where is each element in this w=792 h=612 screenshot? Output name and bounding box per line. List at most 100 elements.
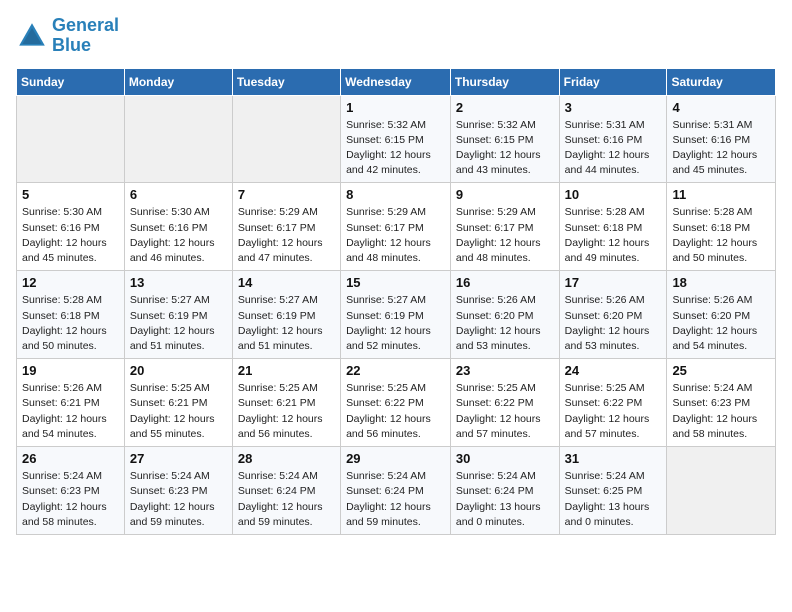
day-info: Sunrise: 5:24 AM Sunset: 6:23 PM Dayligh…	[672, 381, 770, 442]
day-number: 20	[130, 363, 227, 378]
day-number: 11	[672, 187, 770, 202]
day-info: Sunrise: 5:28 AM Sunset: 6:18 PM Dayligh…	[22, 293, 119, 354]
logo-text: General Blue	[52, 16, 119, 56]
calendar-day-cell: 24Sunrise: 5:25 AM Sunset: 6:22 PM Dayli…	[559, 359, 667, 447]
day-info: Sunrise: 5:26 AM Sunset: 6:20 PM Dayligh…	[672, 293, 770, 354]
calendar-day-cell: 30Sunrise: 5:24 AM Sunset: 6:24 PM Dayli…	[450, 447, 559, 535]
calendar-day-cell	[124, 95, 232, 183]
calendar-day-cell: 23 Sunrise: 5:25 AM Sunset: 6:22 PM Dayli…	[450, 359, 559, 447]
calendar-day-cell: 10 Sunrise: 5:28 AM Sunset: 6:18 PM Dayli…	[559, 183, 667, 271]
day-info: Sunrise: 5:24 AM Sunset: 6:25 PM Dayligh…	[565, 469, 662, 530]
calendar-week-row: 5 Sunrise: 5:30 AM Sunset: 6:16 PM Daylig…	[17, 183, 776, 271]
day-info: Sunrise: 5:24 AM Sunset: 6:24 PM Dayligh…	[238, 469, 335, 530]
day-number: 31	[565, 451, 662, 466]
day-number: 4	[672, 100, 770, 115]
day-info: Sunrise: 5:28 AM Sunset: 6:18 PM Dayligh…	[672, 205, 770, 266]
day-info: Sunrise: 5:29 AM Sunset: 6:17 PM Dayligh…	[238, 205, 335, 266]
day-info: Sunrise: 5:30 AM Sunset: 6:16 PM Dayligh…	[22, 205, 119, 266]
calendar-week-row: 19Sunrise: 5:26 AM Sunset: 6:21 PM Dayli…	[17, 359, 776, 447]
calendar-day-cell: 2 Sunrise: 5:32 AM Sunset: 6:15 PM Daylig…	[450, 95, 559, 183]
day-info: Sunrise: 5:26 AM Sunset: 6:21 PM Dayligh…	[22, 381, 119, 442]
day-number: 10	[565, 187, 662, 202]
day-info: Sunrise: 5:31 AM Sunset: 6:16 PM Dayligh…	[672, 118, 770, 179]
calendar-day-cell: 20 Sunrise: 5:25 AM Sunset: 6:21 PM Dayli…	[124, 359, 232, 447]
calendar-day-cell: 4 Sunrise: 5:31 AM Sunset: 6:16 PM Daylig…	[667, 95, 776, 183]
day-number: 28	[238, 451, 335, 466]
day-number: 16	[456, 275, 554, 290]
calendar-day-cell: 31 Sunrise: 5:24 AM Sunset: 6:25 PM Dayli…	[559, 447, 667, 535]
day-info: Sunrise: 5:24 AM Sunset: 6:23 PM Dayligh…	[22, 469, 119, 530]
logo-icon	[16, 20, 48, 52]
day-info: Sunrise: 5:25 AM Sunset: 6:22 PM Dayligh…	[346, 381, 445, 442]
calendar-day-cell: 13Sunrise: 5:27 AM Sunset: 6:19 PM Dayli…	[124, 271, 232, 359]
calendar-day-cell	[232, 95, 340, 183]
day-number: 7	[238, 187, 335, 202]
day-info: Sunrise: 5:25 AM Sunset: 6:21 PM Dayligh…	[130, 381, 227, 442]
calendar-day-cell: 19Sunrise: 5:26 AM Sunset: 6:21 PM Dayli…	[17, 359, 125, 447]
day-info: Sunrise: 5:28 AM Sunset: 6:18 PM Dayligh…	[565, 205, 662, 266]
day-number: 6	[130, 187, 227, 202]
calendar-day-cell: 18Sunrise: 5:26 AM Sunset: 6:20 PM Dayli…	[667, 271, 776, 359]
day-number: 27	[130, 451, 227, 466]
calendar-day-cell: 25 Sunrise: 5:24 AM Sunset: 6:23 PM Dayli…	[667, 359, 776, 447]
calendar-day-cell: 12 Sunrise: 5:28 AM Sunset: 6:18 PM Dayli…	[17, 271, 125, 359]
day-number: 2	[456, 100, 554, 115]
weekday-header-friday: Friday	[559, 68, 667, 95]
calendar-day-cell	[667, 447, 776, 535]
calendar-day-cell: 14 Sunrise: 5:27 AM Sunset: 6:19 PM Dayli…	[232, 271, 340, 359]
weekday-header-wednesday: Wednesday	[341, 68, 451, 95]
day-number: 30	[456, 451, 554, 466]
calendar-table: SundayMondayTuesdayWednesdayThursdayFrid…	[16, 68, 776, 535]
day-number: 22	[346, 363, 445, 378]
calendar-day-cell: 28 Sunrise: 5:24 AM Sunset: 6:24 PM Dayli…	[232, 447, 340, 535]
day-info: Sunrise: 5:32 AM Sunset: 6:15 PM Dayligh…	[456, 118, 554, 179]
calendar-week-row: 12 Sunrise: 5:28 AM Sunset: 6:18 PM Dayli…	[17, 271, 776, 359]
logo: General Blue	[16, 16, 119, 56]
calendar-day-cell: 6Sunrise: 5:30 AM Sunset: 6:16 PM Daylig…	[124, 183, 232, 271]
calendar-week-row: 26 Sunrise: 5:24 AM Sunset: 6:23 PM Dayli…	[17, 447, 776, 535]
day-number: 24	[565, 363, 662, 378]
calendar-day-cell: 27 Sunrise: 5:24 AM Sunset: 6:23 PM Dayli…	[124, 447, 232, 535]
day-number: 26	[22, 451, 119, 466]
day-info: Sunrise: 5:32 AM Sunset: 6:15 PM Dayligh…	[346, 118, 445, 179]
day-info: Sunrise: 5:27 AM Sunset: 6:19 PM Dayligh…	[346, 293, 445, 354]
weekday-header-monday: Monday	[124, 68, 232, 95]
calendar-day-cell: 5 Sunrise: 5:30 AM Sunset: 6:16 PM Daylig…	[17, 183, 125, 271]
calendar-day-cell	[17, 95, 125, 183]
day-number: 23	[456, 363, 554, 378]
day-number: 12	[22, 275, 119, 290]
day-info: Sunrise: 5:25 AM Sunset: 6:21 PM Dayligh…	[238, 381, 335, 442]
calendar-day-cell: 22 Sunrise: 5:25 AM Sunset: 6:22 PM Dayli…	[341, 359, 451, 447]
day-info: Sunrise: 5:26 AM Sunset: 6:20 PM Dayligh…	[565, 293, 662, 354]
day-number: 25	[672, 363, 770, 378]
day-number: 13	[130, 275, 227, 290]
day-info: Sunrise: 5:29 AM Sunset: 6:17 PM Dayligh…	[346, 205, 445, 266]
day-number: 21	[238, 363, 335, 378]
day-number: 3	[565, 100, 662, 115]
day-number: 14	[238, 275, 335, 290]
calendar-day-cell: 17 Sunrise: 5:26 AM Sunset: 6:20 PM Dayli…	[559, 271, 667, 359]
weekday-header-thursday: Thursday	[450, 68, 559, 95]
calendar-day-cell: 15 Sunrise: 5:27 AM Sunset: 6:19 PM Dayli…	[341, 271, 451, 359]
calendar-day-cell: 21 Sunrise: 5:25 AM Sunset: 6:21 PM Dayli…	[232, 359, 340, 447]
calendar-day-cell: 29 Sunrise: 5:24 AM Sunset: 6:24 PM Dayli…	[341, 447, 451, 535]
calendar-day-cell: 1 Sunrise: 5:32 AM Sunset: 6:15 PM Daylig…	[341, 95, 451, 183]
day-info: Sunrise: 5:29 AM Sunset: 6:17 PM Dayligh…	[456, 205, 554, 266]
day-number: 15	[346, 275, 445, 290]
day-info: Sunrise: 5:26 AM Sunset: 6:20 PM Dayligh…	[456, 293, 554, 354]
day-info: Sunrise: 5:27 AM Sunset: 6:19 PM Dayligh…	[238, 293, 335, 354]
day-number: 29	[346, 451, 445, 466]
day-info: Sunrise: 5:24 AM Sunset: 6:23 PM Dayligh…	[130, 469, 227, 530]
day-number: 5	[22, 187, 119, 202]
page-header: General Blue	[16, 16, 776, 56]
day-number: 1	[346, 100, 445, 115]
day-info: Sunrise: 5:25 AM Sunset: 6:22 PM Dayligh…	[456, 381, 554, 442]
calendar-day-cell: 9 Sunrise: 5:29 AM Sunset: 6:17 PM Daylig…	[450, 183, 559, 271]
calendar-day-cell: 3 Sunrise: 5:31 AM Sunset: 6:16 PM Daylig…	[559, 95, 667, 183]
day-number: 9	[456, 187, 554, 202]
day-info: Sunrise: 5:31 AM Sunset: 6:16 PM Dayligh…	[565, 118, 662, 179]
day-info: Sunrise: 5:24 AM Sunset: 6:24 PM Dayligh…	[346, 469, 445, 530]
calendar-day-cell: 8Sunrise: 5:29 AM Sunset: 6:17 PM Daylig…	[341, 183, 451, 271]
calendar-week-row: 1 Sunrise: 5:32 AM Sunset: 6:15 PM Daylig…	[17, 95, 776, 183]
day-number: 17	[565, 275, 662, 290]
